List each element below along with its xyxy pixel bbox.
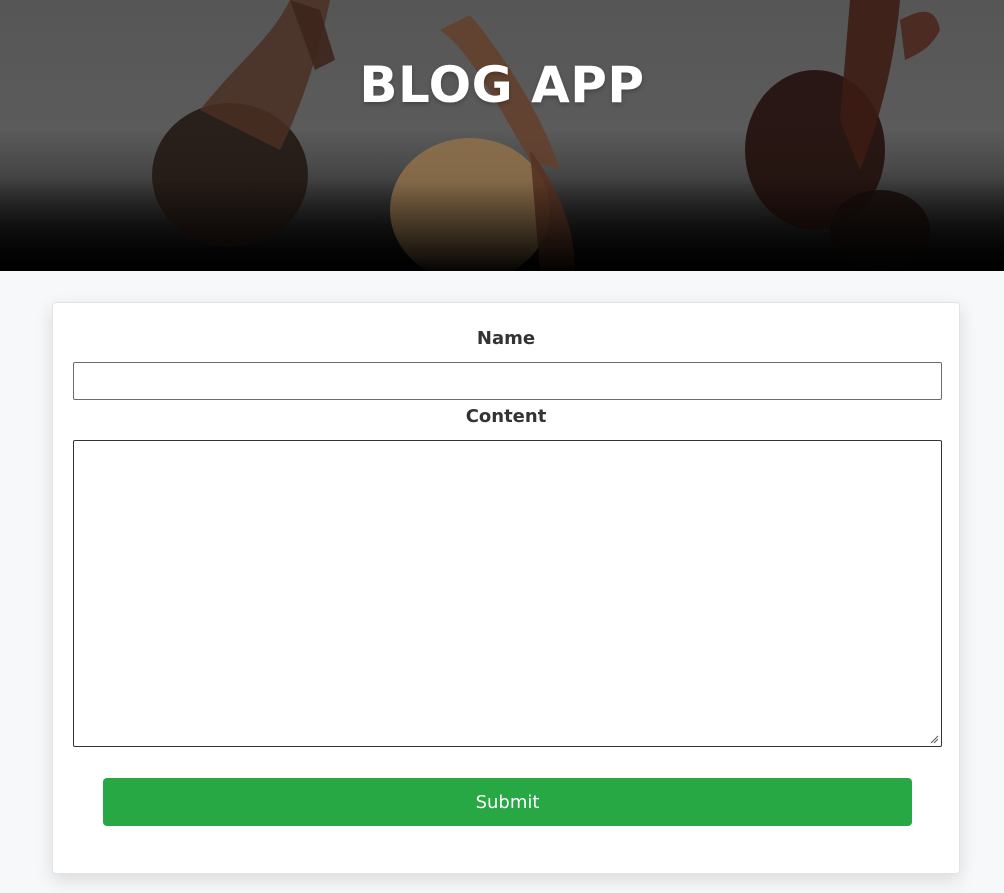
app-title: BLOG APP — [359, 56, 645, 114]
name-input[interactable] — [73, 362, 942, 400]
hero-image — [0, 0, 1004, 271]
post-form-card: Name Content Submit — [52, 302, 960, 874]
resize-grip-icon[interactable] — [929, 734, 939, 744]
content-label: Content — [465, 406, 547, 427]
hero-banner: BLOG APP — [0, 0, 1004, 271]
submit-button[interactable]: Submit — [103, 778, 912, 826]
name-label: Name — [476, 328, 536, 349]
content-textarea[interactable] — [73, 440, 942, 747]
